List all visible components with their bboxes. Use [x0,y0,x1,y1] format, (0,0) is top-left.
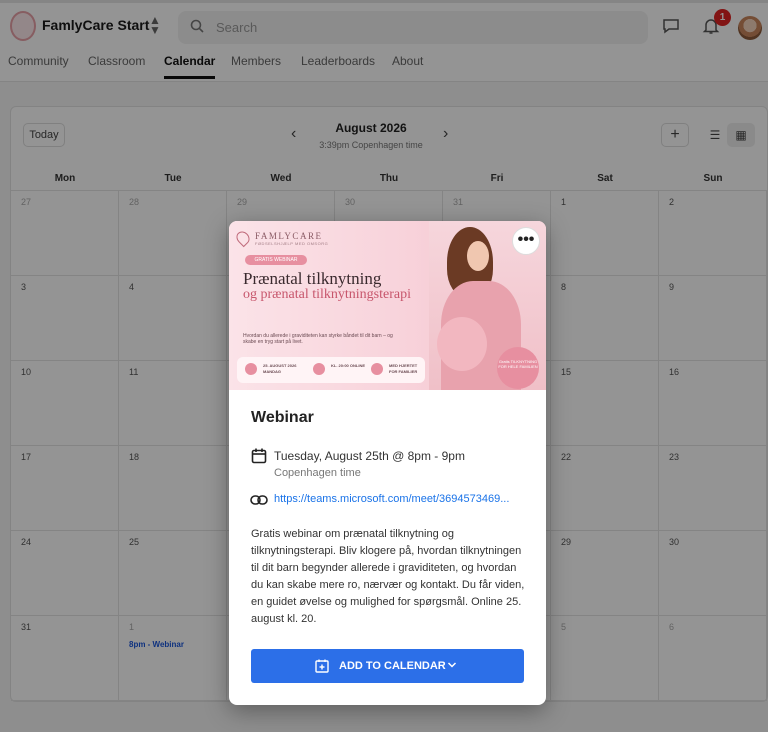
event-modal: FAMLYCARE FØDSELSHJÆLP MED OMSORG GRATIS… [229,221,546,705]
link-icon [250,495,268,505]
banner-info-family: MED HJERTET FOR FAMILIER [371,363,425,375]
add-to-calendar-label: ADD TO CALENDAR [339,660,446,672]
photo-face [467,241,489,271]
calendar-icon [245,363,257,375]
more-options-icon[interactable]: ••• [512,227,540,255]
event-banner-image: FAMLYCARE FØDSELSHJÆLP MED OMSORG GRATIS… [229,221,546,390]
event-date: Tuesday, August 25th @ 8pm - 9pm [274,449,465,463]
banner-brand-sub: FØDSELSHJÆLP MED OMSORG [255,241,329,246]
banner-info-date-text: 25. AUGUST 2026 MANDAG [263,363,297,374]
famlycare-logo-icon [233,228,253,248]
banner-pill: GRATIS WEBINAR [245,255,307,265]
calendar-icon [251,448,267,464]
calendar-add-icon [315,659,329,673]
photo-belly [437,317,487,371]
banner-description: Hvordan du allerede i graviditeten kan s… [243,333,393,345]
chevron-down-icon[interactable] [447,660,457,670]
banner-info-strip: 25. AUGUST 2026 MANDAG KL. 20:00 ONLINE … [237,357,425,383]
clock-icon [313,363,325,375]
add-to-calendar-button[interactable]: ADD TO CALENDAR [251,649,524,683]
event-title: Webinar [251,409,314,426]
banner-info-time: KL. 20:00 ONLINE [313,363,371,375]
banner-info-family-text: MED HJERTET FOR FAMILIER [389,363,418,374]
banner-title: Prænatal tilknytning [243,269,382,288]
event-timezone: Copenhagen time [274,467,361,479]
banner-title-sub: og prænatal tilknytningsterapi [243,287,411,302]
banner-seal: Gratis TILKNYTNING FOR HELE FAMILIEN [497,347,539,389]
banner-info-date: 25. AUGUST 2026 MANDAG [245,363,313,375]
banner-info-time-text: KL. 20:00 ONLINE [331,363,366,368]
banner-brand: FAMLYCARE [255,231,323,241]
heart-icon [371,363,383,375]
event-description: Gratis webinar om prænatal tilknytning o… [251,528,525,625]
event-meeting-link[interactable]: https://teams.microsoft.com/meet/3694573… [274,493,526,505]
